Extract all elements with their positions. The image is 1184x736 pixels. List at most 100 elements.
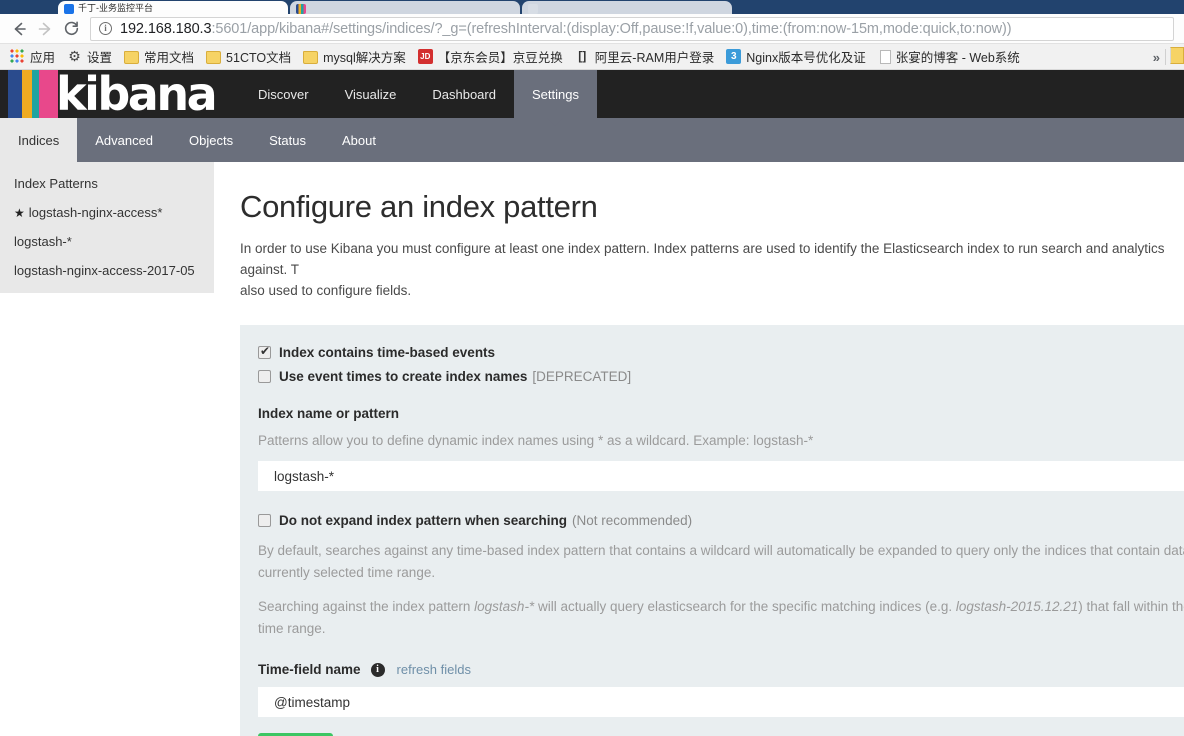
bookmark-label: 51CTO文档 <box>226 51 292 65</box>
index-patterns-sidebar: Index Patterns ★ logstash-nginx-access* … <box>0 162 214 293</box>
tab-label: Visualize <box>344 86 397 102</box>
bookmark-label: mysql解决方案 <box>323 51 406 65</box>
info-icon[interactable]: i <box>99 22 112 35</box>
refresh-fields-link[interactable]: refresh fields <box>397 662 471 677</box>
tab-label: Dashboard <box>432 86 496 102</box>
tab-label: Discover <box>258 86 309 102</box>
expand-help-paragraph: By default, searches against any time-ba… <box>258 540 1184 584</box>
sidebar-title: Index Patterns <box>14 176 98 191</box>
sidebar-item-logstash-nginx-access[interactable]: ★ logstash-nginx-access* <box>0 205 214 220</box>
bookmark-folder-mysql[interactable]: mysql解决方案 <box>297 46 412 68</box>
kibana-main-content: Configure an index pattern In order to u… <box>214 162 1184 736</box>
subtab-advanced[interactable]: Advanced <box>77 118 171 162</box>
bookmark-settings[interactable]: ⚙ 设置 <box>61 46 118 68</box>
bookmark-label: 【京东会员】京豆兑换 <box>437 51 563 65</box>
subtab-label: Objects <box>189 132 234 148</box>
subtab-status[interactable]: Status <box>251 118 324 162</box>
bookmark-jd[interactable]: JD 【京东会员】京豆兑换 <box>412 46 569 68</box>
folder-icon[interactable] <box>1170 47 1184 64</box>
bookmarks-divider <box>1165 49 1166 65</box>
subtab-indices[interactable]: Indices <box>0 118 78 170</box>
kibana-sub-nav: Indices Advanced Objects Status About <box>0 118 1184 170</box>
time-based-events-row[interactable]: Index contains time-based events <box>258 344 1184 360</box>
no-expand-suffix: (Not recommended) <box>572 513 693 528</box>
forward-button[interactable] <box>32 16 58 42</box>
sidebar-item-logstash[interactable]: logstash-* <box>0 234 214 249</box>
tab-discover[interactable]: Discover <box>240 70 327 118</box>
reload-button[interactable] <box>58 16 84 42</box>
kibana-wordmark: kibana <box>56 67 218 121</box>
expand-help-line2: currently selected time range. <box>258 565 436 580</box>
browser-tabstrip: 千丁-业务监控平台 <box>0 0 1184 14</box>
no-expand-row[interactable]: Do not expand index pattern when searchi… <box>258 513 1184 528</box>
time-field-label-row: Time-field name i refresh fields <box>258 662 1184 677</box>
no-expand-checkbox[interactable] <box>258 514 271 527</box>
expand-help-line1: By default, searches against any time-ba… <box>258 543 1184 558</box>
tab-label: Settings <box>531 86 579 102</box>
event-times-index-names-row[interactable]: Use event times to create index names [D… <box>258 369 1184 384</box>
search-help-a: Searching against the index pattern <box>258 599 475 614</box>
bookmark-label: 应用 <box>30 51 56 65</box>
bookmark-nginx[interactable]: 3 Nginx版本号优化及证 <box>720 46 871 68</box>
subtab-label: Advanced <box>95 132 154 148</box>
bookmark-label: Nginx版本号优化及证 <box>746 51 866 65</box>
gear-icon: ⚙ <box>68 48 81 64</box>
bookmark-label: 常用文档 <box>144 51 195 65</box>
search-help-b: will actually query elasticsearch for th… <box>534 599 956 614</box>
browser-window: 千丁-业务监控平台 i 192.168.180.3:5601/app/kiban… <box>0 0 1184 736</box>
browser-toolbar: i 192.168.180.3:5601/app/kibana#/setting… <box>0 14 1184 44</box>
folder-icon <box>303 50 319 64</box>
kibana-logo-bars-icon <box>8 70 58 118</box>
search-help-c: ) that fall within the curre <box>1078 599 1184 614</box>
search-help-pattern: logstash-* <box>474 599 535 614</box>
time-field-input[interactable] <box>258 687 1184 717</box>
aliyun-icon: [] <box>578 49 587 63</box>
jd-icon: JD <box>417 49 433 64</box>
bookmark-aliyun[interactable]: [] 阿里云-RAM用户登录 <box>569 46 720 68</box>
globe-icon <box>64 4 74 14</box>
subtab-objects[interactable]: Objects <box>171 118 251 162</box>
bookmark-folder-common-docs[interactable]: 常用文档 <box>118 46 200 68</box>
back-button[interactable] <box>6 16 32 42</box>
browser-tab-title: 千丁-业务监控平台 <box>78 3 153 13</box>
page-title: Configure an index pattern <box>240 189 598 224</box>
bookmark-blog[interactable]: 张宴的博客 - Web系统 <box>872 46 1026 68</box>
page-icon <box>879 49 891 64</box>
tab-dashboard[interactable]: Dashboard <box>414 70 514 118</box>
browser-tab[interactable] <box>290 1 520 14</box>
browser-tab[interactable] <box>522 1 732 14</box>
index-name-label: Index name or pattern <box>258 406 400 421</box>
kibana-icon <box>296 4 306 14</box>
bookmark-label: 设置 <box>87 51 113 65</box>
bookmark-apps[interactable]: 应用 <box>4 46 61 68</box>
index-name-input[interactable] <box>258 461 1184 491</box>
url-host: 192.168.180.3 <box>120 20 212 37</box>
search-help-paragraph: Searching against the index pattern logs… <box>258 596 1184 640</box>
subtab-about[interactable]: About <box>324 118 394 162</box>
folder-icon <box>206 50 222 64</box>
time-based-events-checkbox[interactable] <box>258 344 271 359</box>
subtab-label: About <box>341 132 376 148</box>
bookmarks-overflow-button[interactable]: » <box>1153 44 1160 69</box>
index-name-help: Patterns allow you to define dynamic ind… <box>258 433 814 448</box>
browser-tab[interactable]: 千丁-业务监控平台 <box>58 1 288 14</box>
nginx-icon: 3 <box>726 49 742 64</box>
kibana-body: Index Patterns ★ logstash-nginx-access* … <box>0 162 1184 736</box>
event-times-index-names-label: Use event times to create index names <box>279 369 528 384</box>
kibana-app: kibana Discover Visualize Dashboard Sett… <box>0 70 1184 736</box>
apps-grid-icon <box>10 49 25 64</box>
star-icon: ★ <box>14 205 25 220</box>
sidebar-item-label: logstash-nginx-access* <box>28 205 163 220</box>
page-intro-line1: In order to use Kibana you must configur… <box>240 241 1165 277</box>
deprecated-badge: [DEPRECATED] <box>532 369 632 384</box>
bookmark-folder-51cto[interactable]: 51CTO文档 <box>200 46 297 68</box>
sidebar-item-label: logstash-nginx-access-2017-05 <box>14 263 195 278</box>
event-times-index-names-checkbox[interactable] <box>258 370 271 383</box>
tab-settings[interactable]: Settings <box>513 70 597 126</box>
tab-visualize[interactable]: Visualize <box>327 70 415 118</box>
info-badge-icon[interactable]: i <box>370 662 385 677</box>
bookmark-label: 阿里云-RAM用户登录 <box>594 51 715 65</box>
kibana-top-nav: kibana Discover Visualize Dashboard Sett… <box>0 67 1184 126</box>
address-bar[interactable]: i 192.168.180.3:5601/app/kibana#/setting… <box>90 16 1174 41</box>
sidebar-item-logstash-nginx-access-2017-05[interactable]: logstash-nginx-access-2017-05 <box>0 263 214 278</box>
